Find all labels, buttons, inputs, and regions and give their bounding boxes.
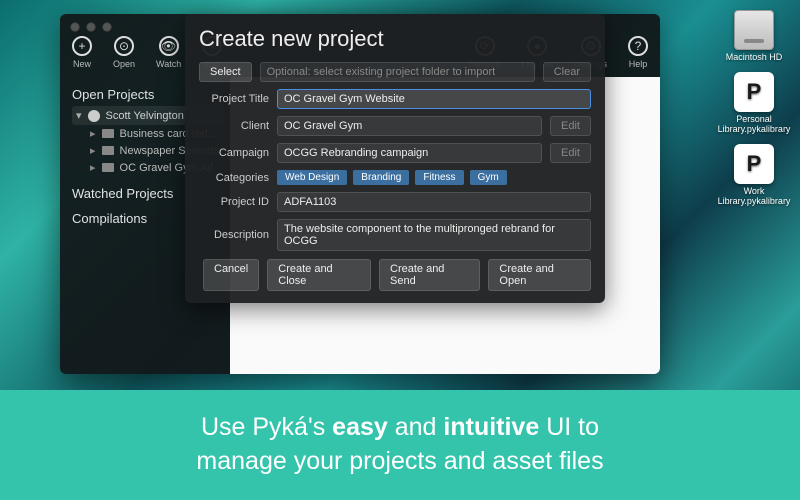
window-controls[interactable] xyxy=(70,22,112,32)
desktop-icon-personal-library[interactable]: P Personal Library.pykalibrary xyxy=(718,72,790,134)
open-button[interactable]: ⊙Open xyxy=(113,36,135,69)
desktop-icon-work-library[interactable]: P Work Library.pykalibrary xyxy=(718,144,790,206)
library-icon: P xyxy=(734,144,774,184)
modal-title: Create new project xyxy=(199,26,591,52)
library-icon: P xyxy=(734,72,774,112)
project-title-label: Project Title xyxy=(199,93,269,105)
select-folder-button[interactable]: Select xyxy=(199,62,252,82)
campaign-edit-button[interactable]: Edit xyxy=(550,143,591,163)
folder-icon xyxy=(102,129,114,138)
open-icon: ⊙ xyxy=(114,36,134,56)
category-tag[interactable]: Branding xyxy=(353,170,409,185)
promo-banner: Use Pyká's easy and intuitive UI to mana… xyxy=(0,390,800,500)
create-close-button[interactable]: Create and Close xyxy=(267,259,371,291)
categories-tags[interactable]: Web Design Branding Fitness Gym xyxy=(277,170,591,185)
folder-icon xyxy=(102,146,114,155)
desktop-icon-hd[interactable]: Macintosh HD xyxy=(718,10,790,62)
project-id-label: Project ID xyxy=(199,196,269,208)
avatar-icon xyxy=(88,110,100,122)
campaign-input[interactable]: OCGG Rebranding campaign xyxy=(277,143,542,163)
categories-label: Categories xyxy=(199,172,269,184)
description-input[interactable]: The website component to the multipronge… xyxy=(277,219,591,251)
new-button[interactable]: +New xyxy=(72,36,92,69)
project-id-input[interactable]: ADFA1103 xyxy=(277,192,591,212)
client-input[interactable]: OC Gravel Gym xyxy=(277,116,542,136)
project-title-input[interactable]: OC Gravel Gym Website xyxy=(277,89,591,109)
library-label: Personal Library.pykalibrary xyxy=(718,114,791,134)
create-open-button[interactable]: Create and Open xyxy=(488,259,591,291)
plus-icon: + xyxy=(72,36,92,56)
help-button[interactable]: ?Help xyxy=(628,36,648,69)
category-tag[interactable]: Gym xyxy=(470,170,507,185)
clear-button[interactable]: Clear xyxy=(543,62,591,82)
client-edit-button[interactable]: Edit xyxy=(550,116,591,136)
category-tag[interactable]: Web Design xyxy=(277,170,347,185)
desktop-icons: Macintosh HD P Personal Library.pykalibr… xyxy=(718,10,790,206)
eye-icon: 👁 xyxy=(159,36,179,56)
help-icon: ? xyxy=(628,36,648,56)
library-label: Work Library.pykalibrary xyxy=(718,186,791,206)
hd-icon xyxy=(734,10,774,50)
category-tag[interactable]: Fitness xyxy=(415,170,463,185)
description-label: Description xyxy=(199,229,269,241)
create-project-modal: Create new project Select Optional: sele… xyxy=(185,14,605,303)
create-send-button[interactable]: Create and Send xyxy=(379,259,480,291)
cancel-button[interactable]: Cancel xyxy=(203,259,259,291)
folder-icon xyxy=(102,163,114,172)
watch-button[interactable]: 👁Watch xyxy=(156,36,181,69)
campaign-label: Campaign xyxy=(199,147,269,159)
client-label: Client xyxy=(199,120,269,132)
hd-label: Macintosh HD xyxy=(726,52,783,62)
import-path-field[interactable]: Optional: select existing project folder… xyxy=(260,62,535,82)
